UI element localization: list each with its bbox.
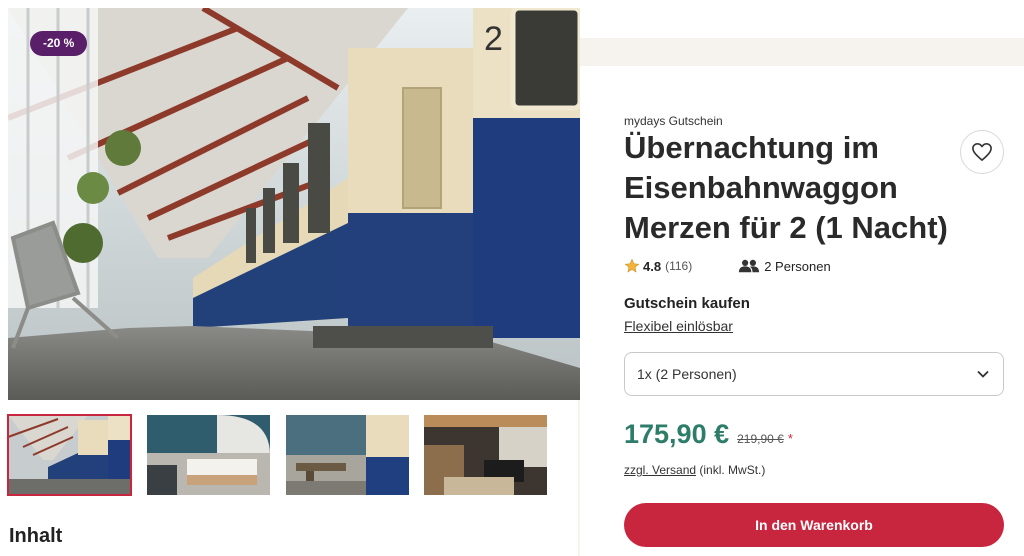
train-platform-photo: 2 <box>8 8 580 400</box>
add-to-cart-button[interactable]: In den Warenkorb <box>624 503 1004 547</box>
option-select-value: 1x (2 Personen) <box>637 366 737 382</box>
thumbnail-3[interactable] <box>286 415 409 495</box>
star-icon <box>624 258 640 273</box>
persons-count: 2 Personen <box>764 258 831 274</box>
wishlist-button[interactable] <box>960 130 1004 174</box>
price-footnote-marker: * <box>787 431 793 446</box>
old-price: 219,90 € <box>737 432 784 446</box>
thumbnail-2[interactable] <box>147 415 270 495</box>
product-card: mydays Gutschein Übernachtung im Eisenba… <box>580 66 1024 556</box>
chevron-down-icon <box>977 370 989 378</box>
thumbnail-4[interactable] <box>424 415 547 495</box>
thumbnail-1[interactable] <box>7 414 132 496</box>
shipping-link[interactable]: zzgl. Versand <box>624 463 696 477</box>
shipping-info: zzgl. Versand (inkl. MwSt.) <box>624 463 765 477</box>
product-hero-image[interactable]: 2 -20 % <box>8 8 580 400</box>
buy-voucher-label: Gutschein kaufen <box>624 295 750 312</box>
current-price: 175,90 € <box>624 419 730 449</box>
section-heading-content: Inhalt <box>9 525 63 547</box>
thumbnail-bedroom-photo <box>147 415 270 495</box>
product-title: Übernachtung im Eisenbahnwaggon Merzen f… <box>624 130 948 245</box>
product-meta: 4.8 (116) 2 Personen <box>624 258 831 274</box>
thumbnail-interior-photo <box>286 415 409 495</box>
flexible-redeem-link[interactable]: Flexibel einlösbar <box>624 318 733 334</box>
price-row: 175,90 € 219,90 € * <box>624 419 793 450</box>
option-select[interactable]: 1x (2 Personen) <box>624 352 1004 396</box>
review-count[interactable]: (116) <box>665 259 692 273</box>
thumbnail-lounge-photo <box>424 415 547 495</box>
product-brand: mydays Gutschein <box>624 114 723 128</box>
discount-badge: -20 % <box>30 31 88 56</box>
heart-icon <box>972 143 992 161</box>
thumbnail-platform-photo <box>8 415 131 495</box>
rating-value: 4.8 <box>643 258 662 274</box>
vat-note: (inkl. MwSt.) <box>699 463 766 477</box>
people-icon <box>739 259 760 273</box>
svg-text:2: 2 <box>484 20 503 58</box>
